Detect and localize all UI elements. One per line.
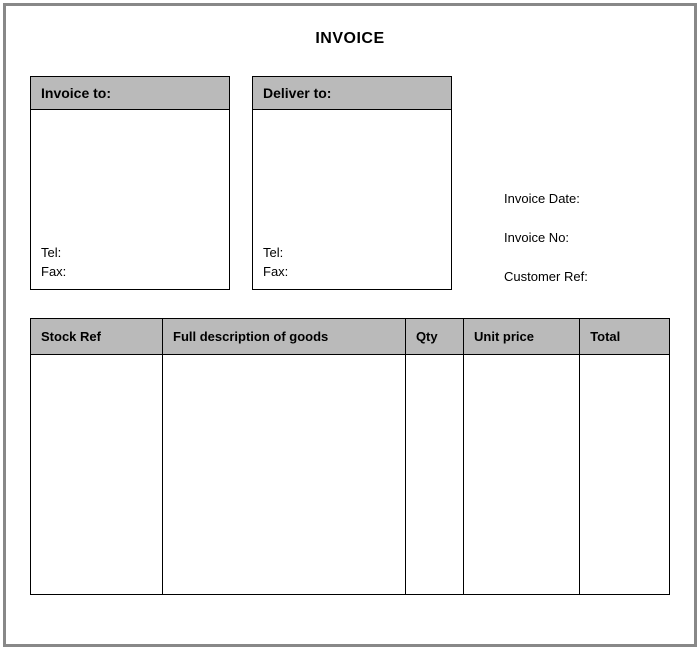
col-qty: Qty (405, 319, 463, 355)
invoice-page: INVOICE Invoice to: Tel: Fax: Deliver to… (3, 3, 697, 647)
deliver-to-tel-label: Tel: (263, 245, 283, 260)
invoice-date-row: Invoice Date: (504, 191, 588, 206)
page-title: INVOICE (30, 30, 670, 48)
top-section: Invoice to: Tel: Fax: Deliver to: Tel: (30, 76, 670, 290)
table-row (31, 355, 670, 595)
invoice-to-body: Tel: Fax: (31, 110, 229, 289)
cell-stock-ref (31, 355, 163, 595)
invoice-to-box: Invoice to: Tel: Fax: (30, 76, 230, 290)
invoice-to-tel: Tel: (41, 245, 219, 260)
meta-block: Invoice Date: Invoice No: Customer Ref: (504, 76, 588, 290)
customer-ref-row: Customer Ref: (504, 269, 588, 284)
col-stock-ref: Stock Ref (31, 319, 163, 355)
invoice-to-header: Invoice to: (31, 77, 229, 110)
invoice-no-row: Invoice No: (504, 230, 588, 245)
invoice-to-tel-label: Tel: (41, 245, 61, 260)
invoice-no-label: Invoice No: (504, 230, 569, 245)
col-total: Total (580, 319, 670, 355)
deliver-to-header: Deliver to: (253, 77, 451, 110)
deliver-to-body: Tel: Fax: (253, 110, 451, 289)
cell-description (163, 355, 406, 595)
cell-total (580, 355, 670, 595)
col-unit-price: Unit price (464, 319, 580, 355)
invoice-to-fax: Fax: (41, 264, 219, 279)
deliver-to-box: Deliver to: Tel: Fax: (252, 76, 452, 290)
cell-unit-price (464, 355, 580, 595)
deliver-to-fax: Fax: (263, 264, 441, 279)
cell-qty (405, 355, 463, 595)
invoice-date-label: Invoice Date: (504, 191, 580, 206)
deliver-to-tel: Tel: (263, 245, 441, 260)
customer-ref-label: Customer Ref: (504, 269, 588, 284)
col-description: Full description of goods (163, 319, 406, 355)
deliver-to-fax-label: Fax: (263, 264, 288, 279)
invoice-to-fax-label: Fax: (41, 264, 66, 279)
line-items-table: Stock Ref Full description of goods Qty … (30, 318, 670, 595)
table-header-row: Stock Ref Full description of goods Qty … (31, 319, 670, 355)
